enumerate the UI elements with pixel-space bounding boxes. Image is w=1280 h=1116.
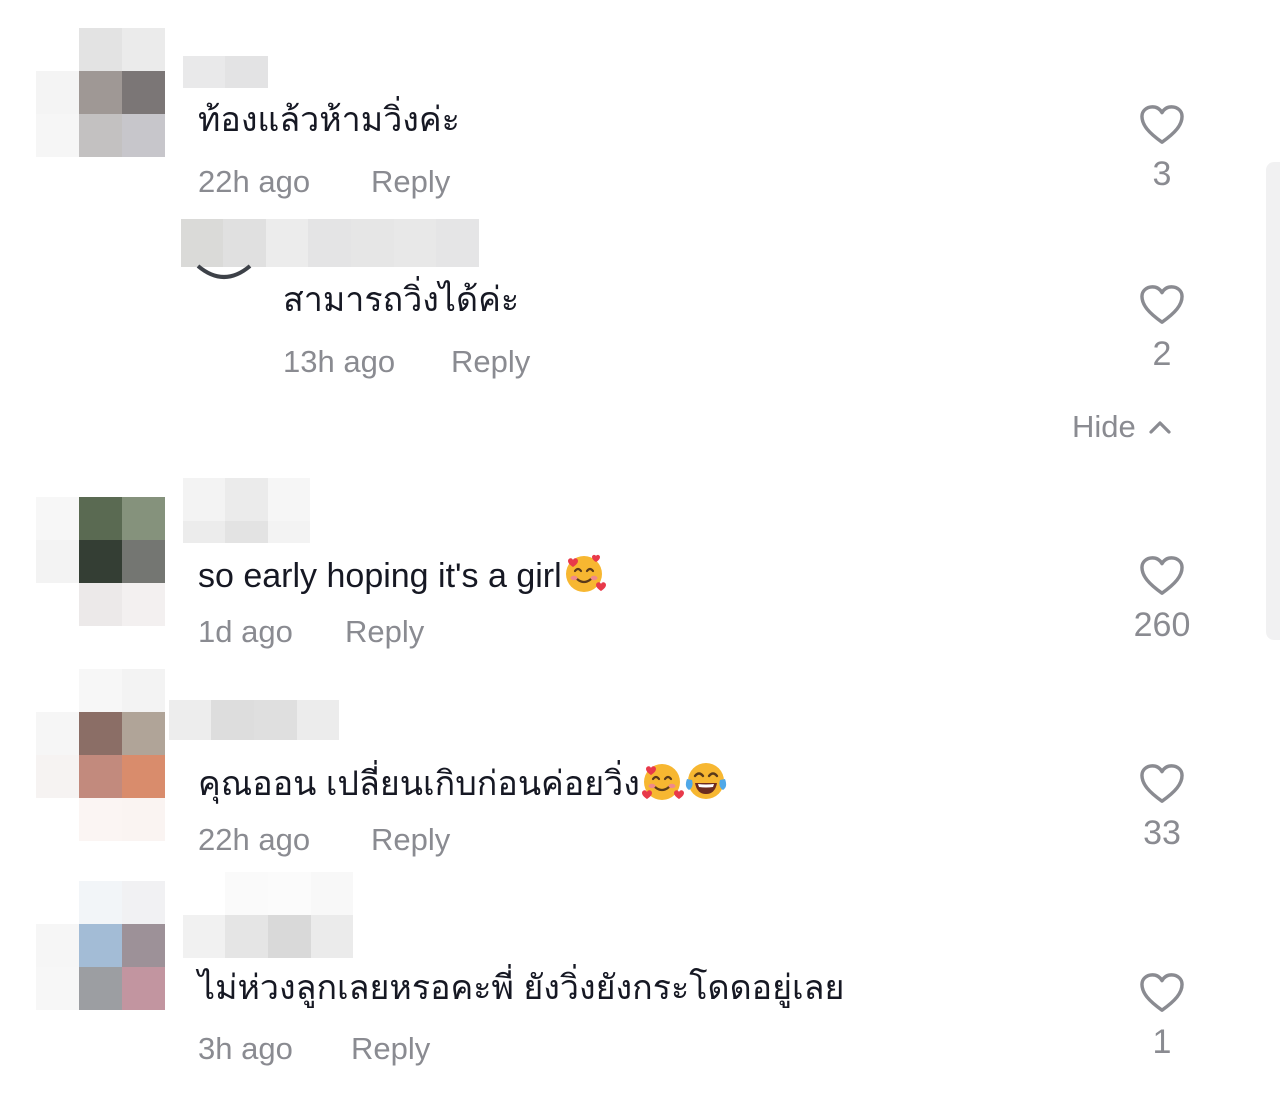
comment-timestamp: 22h ago [198, 822, 311, 857]
comment-timestamp: 3h ago [198, 1031, 293, 1066]
username[interactable] [169, 700, 339, 740]
like-group: 1 [1102, 972, 1222, 1062]
avatar[interactable] [196, 262, 252, 284]
like-count: 33 [1143, 814, 1181, 852]
reply-button[interactable]: Reply [451, 344, 530, 380]
username[interactable] [183, 872, 353, 958]
comment-text: คุณออน เปลี่ยนเกิบก่อนค่อยวิ่ง [198, 759, 728, 804]
username[interactable] [183, 56, 268, 88]
comment-text: สามารถวิ่งได้ค่ะ [283, 281, 520, 319]
hide-replies-button[interactable]: Hide [1072, 408, 1172, 446]
comment-text: ท้องแล้วห้ามวิ่งค่ะ [198, 101, 460, 139]
avatar[interactable] [36, 669, 165, 841]
like-group: 3 [1102, 104, 1222, 194]
smiling-face-with-hearts-icon [641, 764, 684, 800]
smiling-face-with-hearts-icon [565, 554, 606, 592]
like-count: 3 [1152, 155, 1172, 193]
heart-outline-icon[interactable] [1139, 763, 1185, 805]
reply-button[interactable]: Reply [371, 164, 450, 200]
heart-outline-icon[interactable] [1139, 972, 1185, 1014]
like-count: 1 [1152, 1023, 1172, 1061]
avatar[interactable] [36, 881, 165, 1010]
hide-replies-label: Hide [1072, 409, 1136, 444]
like-count: 2 [1152, 335, 1172, 373]
chevron-up-icon [1149, 421, 1171, 434]
avatar[interactable] [36, 28, 165, 157]
reply-button[interactable]: Reply [371, 822, 450, 858]
comment-text-content: คุณออน เปลี่ยนเกิบก่อนค่อยวิ่ง [198, 765, 640, 803]
comment-text: ไม่ห่วงลูกเลยหรอคะพี่ ยังวิ่งยังกระโดดอย… [198, 969, 845, 1007]
username[interactable] [183, 478, 310, 543]
reply-button[interactable]: Reply [351, 1031, 430, 1067]
username[interactable] [181, 219, 479, 267]
like-group: 2 [1102, 284, 1222, 374]
like-count: 260 [1133, 606, 1191, 644]
heart-outline-icon[interactable] [1139, 104, 1185, 146]
scrollbar[interactable] [1266, 162, 1280, 640]
heart-outline-icon[interactable] [1139, 284, 1185, 326]
face-with-tears-of-joy-icon [685, 763, 726, 799]
heart-outline-icon[interactable] [1139, 555, 1185, 597]
reply-button[interactable]: Reply [345, 614, 424, 650]
comment-timestamp: 22h ago [198, 164, 311, 199]
like-group: 33 [1102, 763, 1222, 853]
comment-text-content: so early hoping it's a girl [198, 557, 562, 595]
like-group: 260 [1102, 555, 1222, 645]
comment-timestamp: 13h ago [283, 344, 396, 379]
comment-text: so early hoping it's a girl [198, 551, 606, 596]
comment-timestamp: 1d ago [198, 614, 293, 649]
avatar[interactable] [36, 497, 165, 626]
